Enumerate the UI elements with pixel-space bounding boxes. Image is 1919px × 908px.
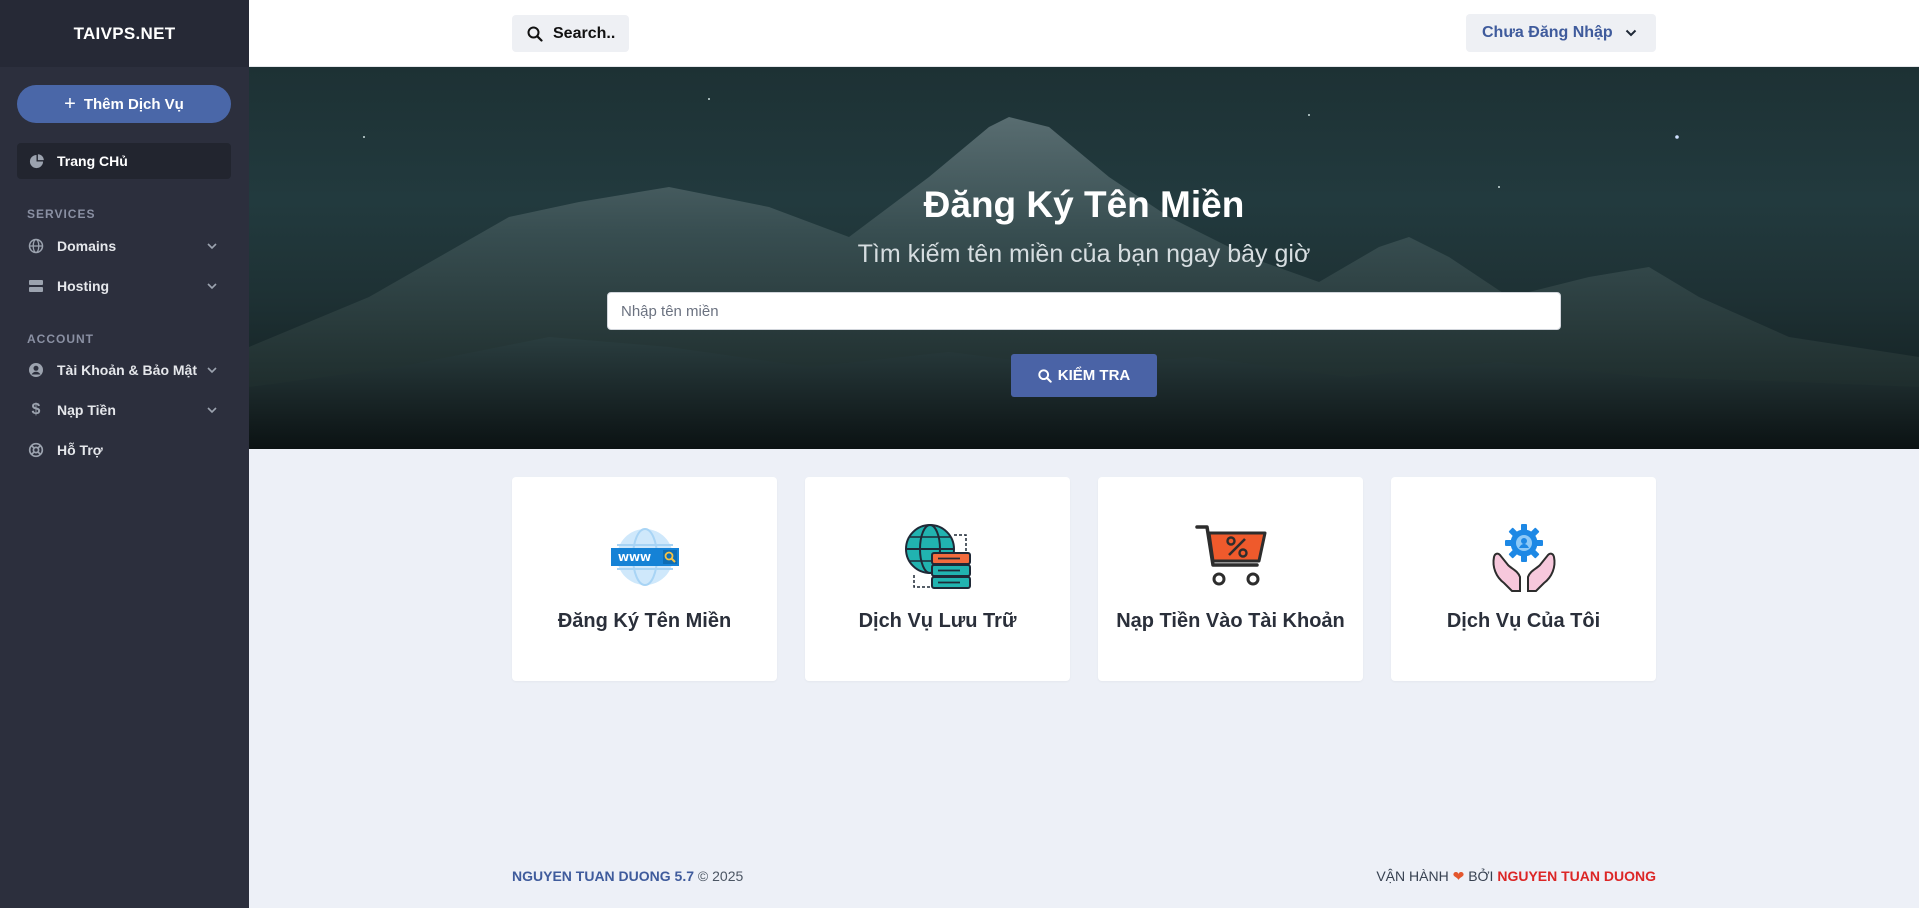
check-domain-button[interactable]: KIỂM TRA	[1011, 354, 1157, 397]
search-icon	[1038, 368, 1052, 383]
chevron-down-icon	[207, 367, 217, 374]
life-ring-icon	[27, 441, 45, 459]
footer-copyright: NGUYEN TUAN DUONG 5.7 © 2025	[512, 868, 743, 884]
login-dropdown[interactable]: Chưa Đăng Nhập	[1466, 14, 1656, 52]
hero-banner: Đăng Ký Tên Miền Tìm kiếm tên miền của b…	[249, 67, 1919, 449]
footer-copy-year: © 2025	[697, 868, 744, 884]
svg-text:WWW: WWW	[618, 553, 651, 564]
card-topup-account[interactable]: Nạp Tiền Vào Tài Khoản	[1098, 477, 1363, 681]
card-label: Nạp Tiền Vào Tài Khoản	[1116, 610, 1345, 632]
domain-search-input[interactable]	[607, 292, 1561, 330]
chevron-down-icon	[1625, 29, 1637, 37]
sidebar-item-account-security[interactable]: Tài Khoản & Bảo Mật	[17, 352, 231, 388]
user-circle-icon	[27, 361, 45, 379]
brand-logo[interactable]: TAIVPS.NET	[0, 0, 249, 67]
heart-icon: ❤	[1452, 868, 1465, 884]
search-label: Search..	[553, 24, 616, 42]
hands-gear-icon	[1391, 521, 1656, 593]
sidebar-item-label: Domains	[57, 238, 117, 254]
hero-subtitle: Tìm kiếm tên miền của bạn ngay bây giờ	[857, 240, 1311, 268]
card-label: Đăng Ký Tên Miền	[557, 610, 732, 632]
card-label: Dịch Vụ Của Tôi	[1446, 610, 1601, 632]
globe-icon	[27, 237, 45, 255]
card-hosting-service[interactable]: Dịch Vụ Lưu Trữ	[805, 477, 1070, 681]
sidebar-item-home[interactable]: Trang CHủ	[17, 143, 231, 179]
hero-title: Đăng Ký Tên Miền	[923, 184, 1245, 225]
check-button-label: KIỂM TRA	[1057, 367, 1131, 384]
chevron-down-icon	[207, 407, 217, 414]
sidebar-item-label: Hosting	[57, 278, 110, 294]
sidebar: TAIVPS.NET + Thêm Dịch Vụ Trang CHủ SERV…	[0, 0, 249, 908]
card-register-domain[interactable]: WWW Đăng Ký Tên Miền	[512, 477, 777, 681]
footer-brand-link[interactable]: NGUYEN TUAN DUONG 5.7	[512, 868, 694, 884]
chevron-down-icon	[207, 243, 217, 250]
sidebar-item-support[interactable]: Hỗ Trợ	[17, 432, 231, 468]
sidebar-item-label: Tài Khoản & Bảo Mật	[57, 362, 198, 378]
sidebar-item-label: Trang CHủ	[57, 153, 128, 169]
footer-operated-label: VẬN HÀNH	[1376, 868, 1449, 884]
globe-server-icon	[805, 521, 1070, 593]
login-label: Chưa Đăng Nhập	[1482, 24, 1613, 41]
chevron-down-icon	[207, 283, 217, 290]
pie-chart-icon	[27, 152, 45, 170]
cart-percent-icon	[1098, 521, 1363, 593]
footer-credits: VẬN HÀNH ❤ BỞI NGUYEN TUAN DUONG	[1376, 868, 1656, 885]
server-icon	[27, 277, 45, 295]
add-service-button[interactable]: + Thêm Dịch Vụ	[17, 85, 231, 123]
search-icon	[527, 26, 543, 42]
dollar-icon: $	[31, 401, 41, 418]
topbar: Search.. Chưa Đăng Nhập	[249, 0, 1919, 67]
sidebar-item-label: Nạp Tiền	[57, 402, 116, 418]
sidebar-item-hosting[interactable]: Hosting	[17, 268, 231, 304]
footer-by-label: BỞI	[1468, 868, 1494, 884]
add-service-label: Thêm Dịch Vụ	[83, 95, 184, 113]
sidebar-item-topup[interactable]: $ Nạp Tiền	[17, 392, 231, 428]
plus-icon: +	[64, 93, 76, 115]
section-label-services: SERVICES	[27, 207, 96, 221]
card-my-services[interactable]: Dịch Vụ Của Tôi	[1391, 477, 1656, 681]
card-label: Dịch Vụ Lưu Trữ	[858, 610, 1017, 632]
section-label-account: ACCOUNT	[27, 332, 94, 346]
sidebar-item-domains[interactable]: Domains	[17, 228, 231, 264]
sidebar-item-label: Hỗ Trợ	[57, 442, 103, 458]
footer-author-link[interactable]: NGUYEN TUAN DUONG	[1497, 868, 1656, 884]
search-button[interactable]: Search..	[512, 15, 629, 52]
www-globe-icon: WWW	[512, 521, 777, 593]
